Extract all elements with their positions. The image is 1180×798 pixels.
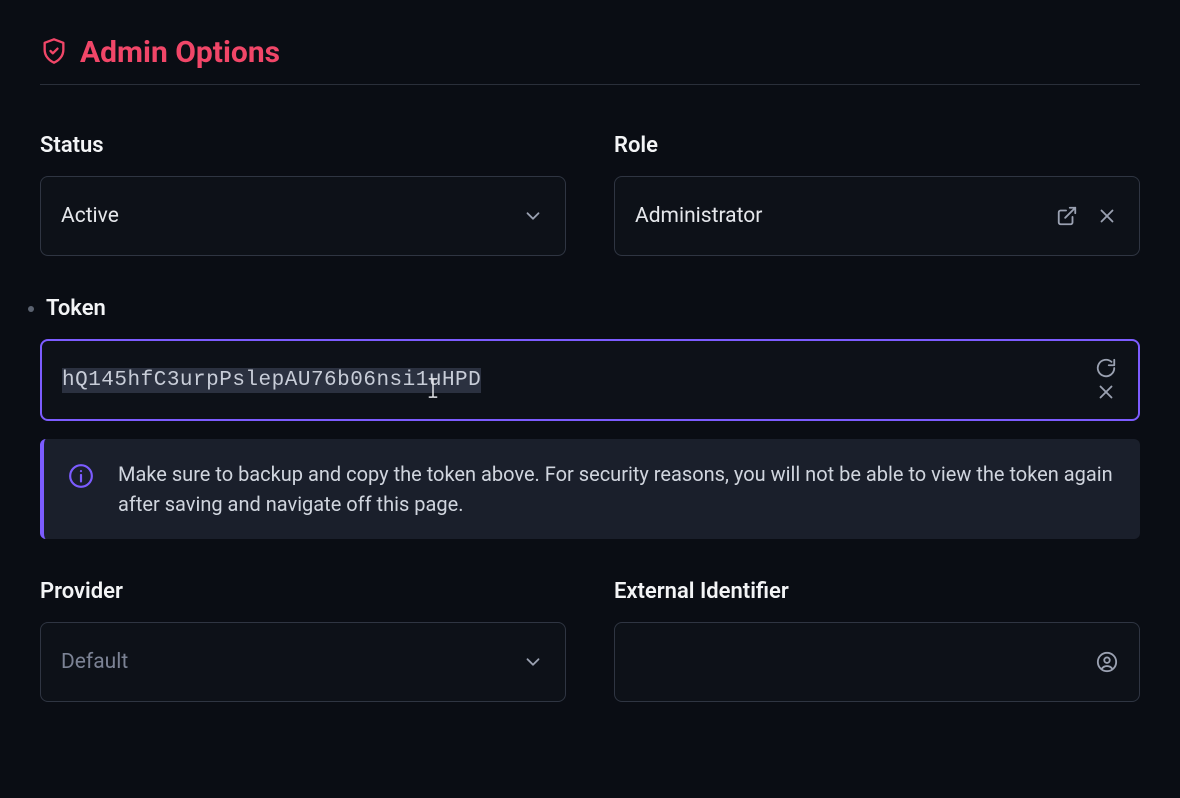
role-value: Administrator (635, 204, 1055, 228)
chevron-down-icon (521, 650, 545, 674)
refresh-icon[interactable] (1094, 356, 1118, 380)
role-label: Role (614, 133, 1140, 158)
provider-label: Provider (40, 579, 566, 604)
external-identifier-label: External Identifier (614, 579, 1140, 604)
shield-check-icon (40, 37, 68, 69)
external-link-icon[interactable] (1055, 204, 1079, 228)
person-icon (1095, 650, 1119, 674)
token-input[interactable]: hQ145hfC3urpPslepAU76b06nsi1uHPD (40, 339, 1140, 421)
token-field: Token hQ145hfC3urpPslepAU76b06nsi1uHPD (40, 296, 1140, 539)
section-header: Admin Options (40, 35, 1140, 85)
status-field: Status Active (40, 133, 566, 256)
page-title: Admin Options (80, 35, 280, 70)
provider-value: Default (61, 650, 521, 674)
token-info-text: Make sure to backup and copy the token a… (118, 459, 1116, 519)
role-select[interactable]: Administrator (614, 176, 1140, 256)
provider-field: Provider Default (40, 579, 566, 702)
status-value: Active (61, 204, 521, 228)
external-identifier-field: External Identifier (614, 579, 1140, 702)
role-field: Role Administrator (614, 133, 1140, 256)
external-identifier-input[interactable] (614, 622, 1140, 702)
chevron-down-icon (521, 204, 545, 228)
clear-icon[interactable] (1095, 204, 1119, 228)
info-icon (68, 463, 94, 493)
status-select[interactable]: Active (40, 176, 566, 256)
token-value: hQ145hfC3urpPslepAU76b06nsi1uHPD (62, 368, 481, 393)
status-label: Status (40, 133, 566, 158)
clear-token-icon[interactable] (1094, 380, 1118, 404)
provider-select[interactable]: Default (40, 622, 566, 702)
token-label: Token (40, 296, 1140, 321)
token-info-banner: Make sure to backup and copy the token a… (40, 439, 1140, 539)
